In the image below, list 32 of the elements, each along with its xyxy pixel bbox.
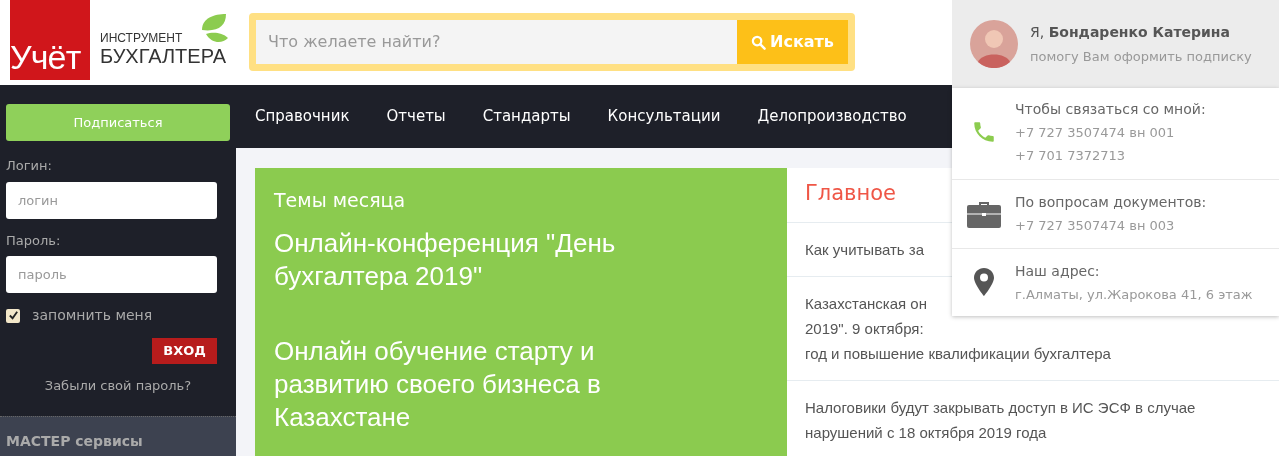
forgot-password-link[interactable]: Забыли свой пароль? [44,376,192,396]
contact-detail: +7 701 7372713 [1015,146,1127,165]
news-link[interactable]: Налоговики будут закрывать доступ в ИС ЭСФ в случае нарушений с 18 октября 2019 года [787,380,1279,456]
contact-title: Чтобы связаться со мной: [1015,100,1206,119]
contact-detail: +7 727 3507474 вн 001 [1015,124,1176,142]
password-label: Пароль: [6,231,62,250]
consultant-panel[interactable]: Я, Бондаренко Катерина помогу Вам оформить подписку [952,0,1279,88]
briefcase-icon [966,199,1001,228]
search-icon [751,34,767,50]
login-field[interactable]: логин [6,181,217,219]
nav-link[interactable]: Справочник [255,105,350,128]
nav-link[interactable]: Отчеты [386,105,446,128]
password-field[interactable]: пароль [6,256,217,293]
contact-title: По вопросам документов: [1015,193,1207,212]
login-label: Логин: [6,157,53,175]
logo-mark: Учёт [10,0,90,80]
location-pin-icon [973,268,994,297]
nav-link[interactable]: Консультации [607,105,721,128]
remember-checkbox[interactable] [6,308,20,323]
contact-detail: г.Алматы, ул.Жарокова 41, 6 этаж [1015,285,1253,304]
consultant-subtitle: помогу Вам оформить подписку [1030,47,1252,66]
search-field[interactable]: Что желаете найти? [256,20,737,64]
topics-title: Темы месяца [274,188,407,213]
nav-link[interactable]: Делопроизводство [757,105,907,128]
login-button[interactable]: ВХОД [152,338,217,364]
logo-text: БУХГАЛТЕРА [100,44,227,69]
consultant-name: Я, Бондаренко Катерина [1030,22,1231,42]
avatar-icon [970,20,1018,68]
remember-label: запомнить меня [32,306,153,325]
nav-link[interactable]: Стандарты [482,105,571,128]
section-header: МАСТЕР сервисы [0,415,236,456]
logo-text: ИНСТРУМЕНТ [100,32,184,44]
